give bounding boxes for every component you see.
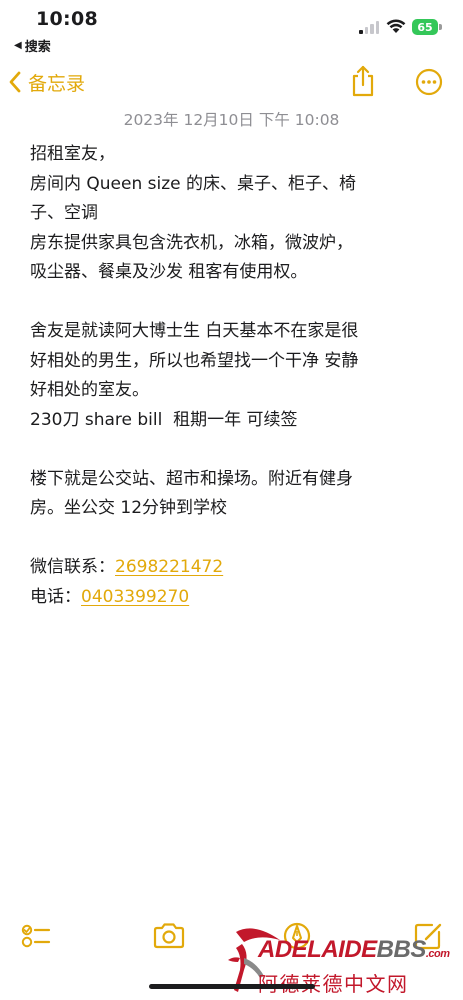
chevron-left-icon (9, 71, 21, 93)
watermark-brand-domain: .com (425, 948, 450, 960)
note-line: 房东提供家具包含洗衣机，冰箱，微波炉， (30, 232, 353, 253)
watermark-brand: ADELAIDEBBS.com (258, 936, 450, 964)
watermark-brand-cn: 阿德莱德中文网 (258, 972, 409, 996)
note-line: 舍友是就读阿大博士生 白天基本不在家是很 (30, 321, 359, 341)
note-line: 子、空调 (30, 203, 98, 223)
cellular-signal-icon (359, 20, 379, 34)
note-line: 房。坐公交 12分钟到学校 (30, 498, 228, 518)
back-triangle-icon: ◀ (14, 40, 22, 51)
share-button[interactable] (349, 64, 377, 98)
note-line: 房间内 Queen size 的床、桌子、柜子、椅 (30, 173, 357, 194)
battery-level: 65 (417, 20, 433, 34)
camera-icon (153, 923, 185, 949)
share-icon (352, 65, 374, 97)
note-line: 230刀 share bill 租期一年 可续签 (30, 409, 298, 430)
more-button[interactable] (415, 68, 443, 96)
note-body[interactable]: 招租室友， 房间内 Queen size 的床、桌子、柜子、椅 子、空调 房东提… (30, 140, 440, 612)
note-line-blank (30, 524, 440, 554)
note-date: 2023年 12月10日 下午 10:08 (123, 111, 340, 129)
checklist-button[interactable] (18, 920, 54, 952)
battery-icon: 65 (412, 19, 438, 35)
wifi-icon (386, 19, 406, 33)
camera-button[interactable] (151, 920, 187, 952)
note-line: 好相处的男生，所以也希望找一个干净 安静 (30, 350, 359, 371)
back-to-notes-button[interactable]: 备忘录 (8, 66, 85, 98)
phone-label: 电话： (30, 586, 81, 607)
back-label: 备忘录 (28, 72, 86, 95)
back-to-search-label: 搜索 (24, 40, 51, 55)
battery-cap (439, 24, 442, 30)
note-line: 好相处的室友。 (30, 380, 149, 400)
wechat-contact-line: 微信联系：2698221472 (30, 553, 440, 583)
note-line: 招租室友， (30, 144, 115, 164)
back-to-search-app[interactable]: ◀ 搜索 (14, 36, 51, 55)
note-line-blank (30, 288, 440, 318)
wechat-number-link[interactable]: 2698221472 (115, 557, 223, 577)
watermark-brand-suffix: BBS (376, 936, 427, 963)
home-indicator[interactable] (149, 984, 315, 989)
note-line: 楼下就是公交站、超市和操场。附近有健身 (30, 468, 353, 489)
status-time: 10:08 (36, 8, 98, 30)
phone-contact-line: 电话：0403399270 (30, 583, 440, 613)
checklist-icon (21, 924, 51, 948)
note-line-blank (30, 435, 440, 465)
note-line: 吸尘器、餐桌及沙发 租客有使用权。 (30, 262, 308, 282)
phone-number-link[interactable]: 0403399270 (81, 587, 189, 607)
ellipsis-circle-icon (415, 68, 443, 96)
wechat-label: 微信联系： (30, 557, 115, 577)
status-bar: 10:08 ◀ 搜索 65 (0, 0, 463, 62)
watermark-brand-main: ADELAIDE (258, 936, 377, 963)
